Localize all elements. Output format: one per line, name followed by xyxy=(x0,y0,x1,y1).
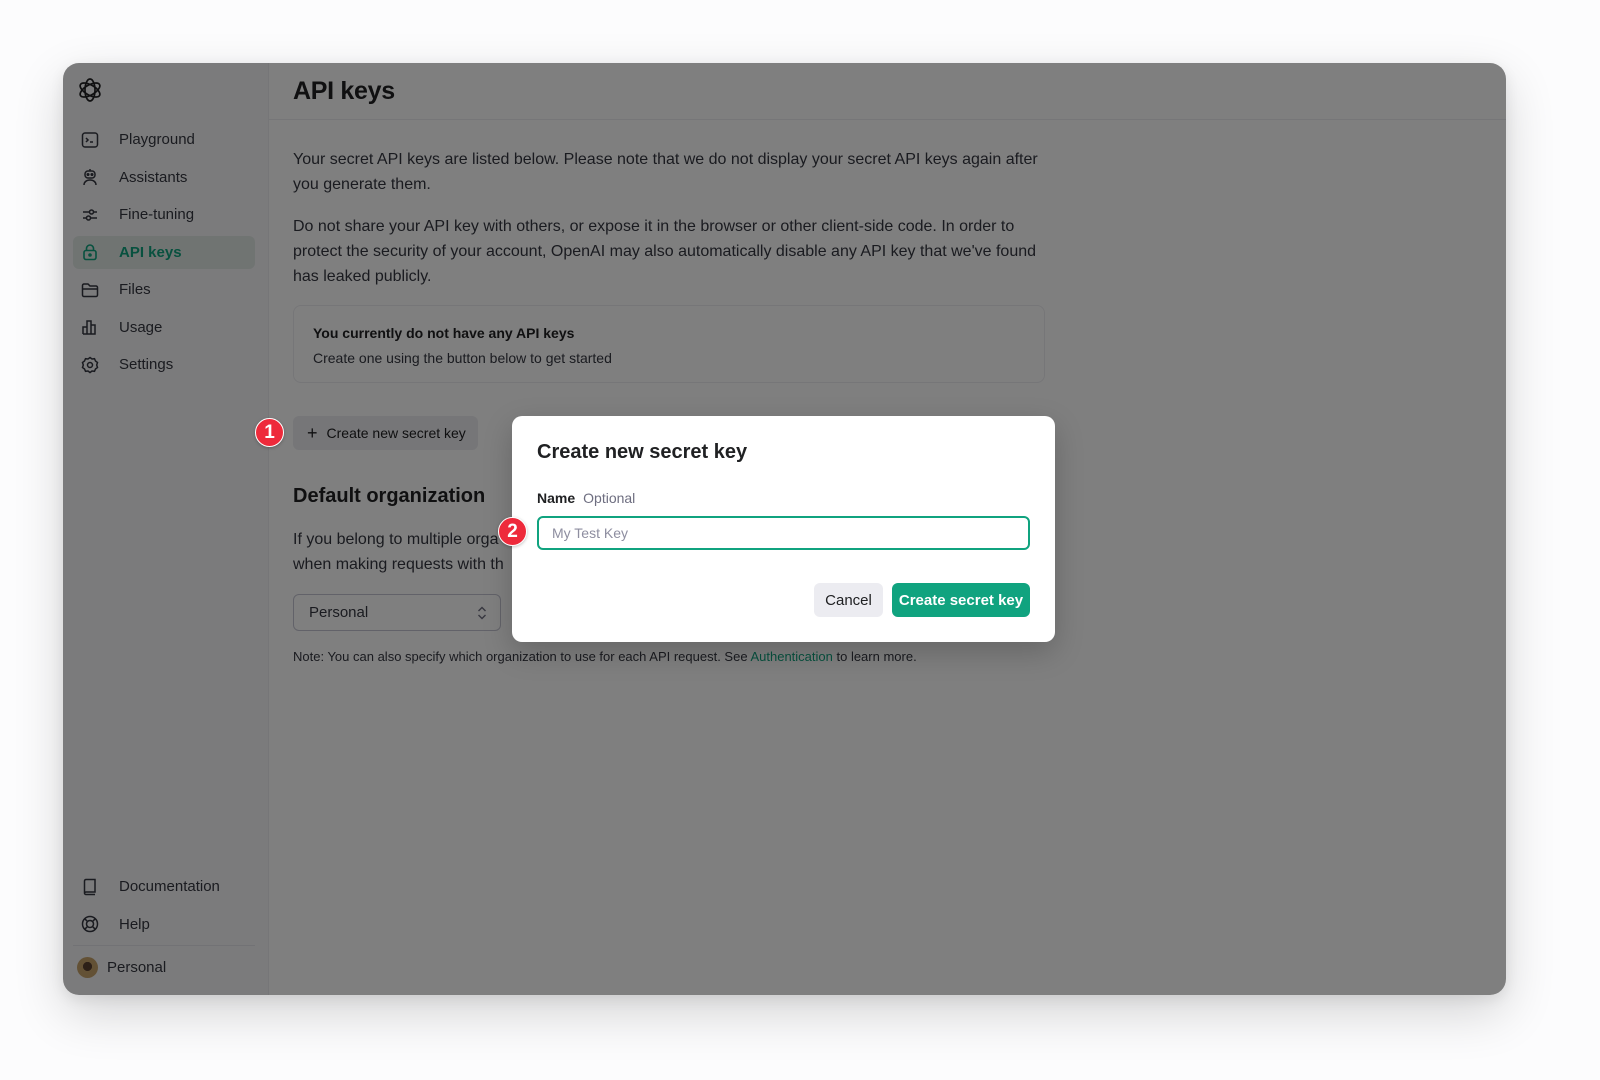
create-secret-key-button[interactable]: Create secret key xyxy=(892,583,1030,617)
name-label: Name xyxy=(537,490,576,506)
dialog-title: Create new secret key xyxy=(537,441,748,463)
optional-hint: Optional xyxy=(583,490,636,506)
name-field-label: Name Optional xyxy=(537,490,635,506)
cancel-button[interactable]: Cancel xyxy=(814,583,883,617)
step-badge-2: 2 xyxy=(498,517,527,546)
create-secret-key-dialog: Create new secret key Name Optional Cance… xyxy=(512,416,1055,642)
app-window: Playground Assistants Fine-tuning API ke… xyxy=(63,63,1506,995)
step-badge-1: 1 xyxy=(255,418,284,447)
key-name-input[interactable] xyxy=(537,516,1030,550)
